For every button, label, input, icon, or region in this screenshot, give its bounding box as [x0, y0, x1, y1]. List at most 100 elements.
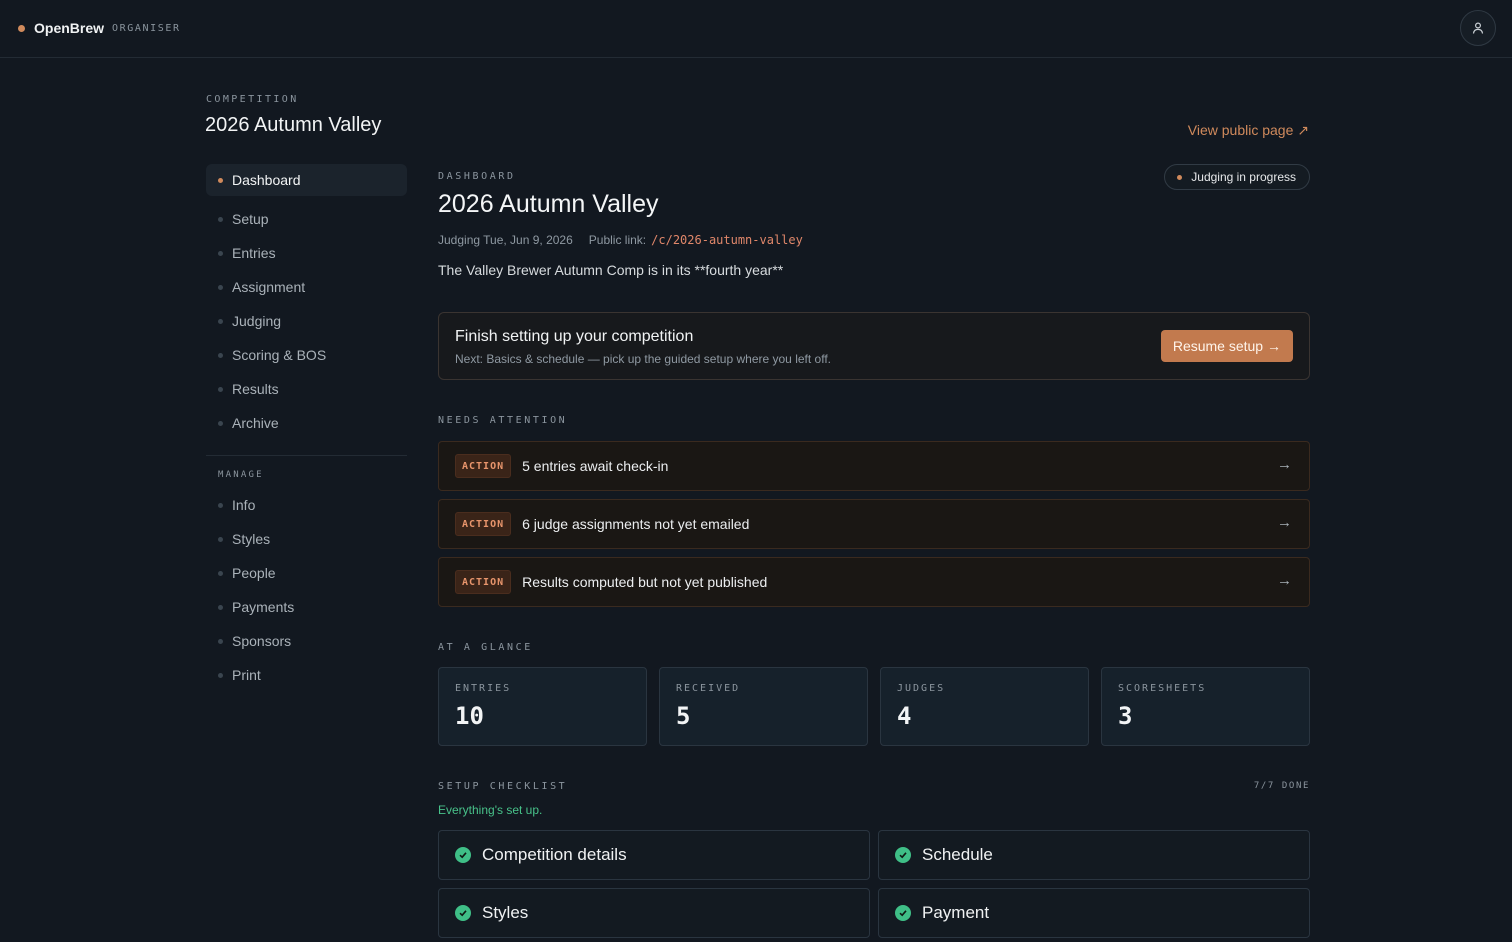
action-tag: ACTION: [455, 512, 512, 536]
stat-label: RECEIVED: [676, 683, 741, 694]
check-circle-icon: [455, 905, 471, 921]
sidebar-item-label: Payments: [232, 599, 295, 615]
sidebar-item-styles[interactable]: Styles: [206, 522, 407, 556]
at-a-glance-heading: AT A GLANCE: [438, 642, 533, 653]
needs-attention-heading: NEEDS ATTENTION: [438, 415, 568, 426]
checklist-item-schedule[interactable]: Schedule: [878, 830, 1310, 880]
stats-row: ENTRIES 10 RECEIVED 5 JUDGES 4 SCORESHEE…: [438, 667, 1310, 746]
sidebar-item-payments[interactable]: Payments: [206, 590, 407, 624]
bullet-icon: [218, 536, 223, 542]
attention-item[interactable]: ACTION Results computed but not yet publ…: [438, 557, 1310, 607]
sidebar: Dashboard Setup Entries Assignment Judgi…: [206, 164, 407, 692]
bullet-icon: [218, 420, 223, 426]
sidebar-item-label: Sponsors: [232, 633, 292, 649]
sidebar-item-entries[interactable]: Entries: [206, 236, 407, 270]
checklist-item-label: Competition details: [482, 845, 627, 864]
stat-card-entries: ENTRIES 10: [438, 667, 647, 746]
sidebar-item-label: Dashboard: [232, 172, 301, 188]
view-public-page-link[interactable]: View public page ↗: [1188, 122, 1309, 139]
resume-setup-button[interactable]: Resume setup →: [1160, 330, 1293, 362]
sidebar-item-judging[interactable]: Judging: [206, 304, 407, 338]
bullet-icon: [218, 672, 223, 678]
competition-description: The Valley Brewer Autumn Comp is in its …: [438, 262, 784, 278]
judging-date: Judging Tue, Jun 9, 2026: [438, 233, 573, 247]
sidebar-divider: [206, 455, 407, 456]
attention-text: 5 entries await check-in: [522, 458, 669, 474]
checklist-progress: 7/7 DONE: [1253, 781, 1310, 791]
check-circle-icon: [455, 847, 471, 863]
bullet-icon: [218, 570, 223, 576]
competition-eyebrow: COMPETITION: [206, 94, 299, 105]
status-badge: Judging in progress: [1164, 164, 1310, 190]
sidebar-item-archive[interactable]: Archive: [206, 406, 407, 440]
stat-card-received: RECEIVED 5: [659, 667, 868, 746]
stat-card-judges: JUDGES 4: [880, 667, 1089, 746]
bullet-icon: [218, 318, 223, 324]
sidebar-item-label: Info: [232, 497, 256, 513]
status-label: Judging in progress: [1191, 170, 1296, 184]
user-icon: [1472, 22, 1484, 34]
bullet-icon: [218, 216, 223, 222]
sidebar-item-dashboard[interactable]: Dashboard: [206, 164, 407, 196]
attention-item[interactable]: ACTION 6 judge assignments not yet email…: [438, 499, 1310, 549]
bullet-icon: [218, 604, 223, 610]
check-circle-icon: [895, 905, 911, 921]
brand-dot-icon: [18, 24, 25, 32]
competition-meta: Judging Tue, Jun 9, 2026 Public link: /c…: [438, 233, 803, 247]
arrow-right-icon: →: [1277, 456, 1292, 473]
checklist-item-label: Payment: [922, 903, 990, 922]
sidebar-item-label: People: [232, 565, 276, 581]
sidebar-item-label: Print: [232, 667, 261, 683]
sidebar-item-people[interactable]: People: [206, 556, 407, 590]
sidebar-item-sponsors[interactable]: Sponsors: [206, 624, 407, 658]
attention-item[interactable]: ACTION 5 entries await check-in →: [438, 441, 1310, 491]
sidebar-item-label: Setup: [232, 211, 269, 227]
bullet-icon: [218, 502, 223, 508]
sidebar-item-results[interactable]: Results: [206, 372, 407, 406]
arrow-right-icon: →: [1277, 572, 1292, 589]
sidebar-item-setup[interactable]: Setup: [206, 202, 407, 236]
checklist-item-competition-details[interactable]: Competition details: [438, 830, 870, 880]
checklist-status: Everything's set up.: [438, 803, 543, 817]
account-button[interactable]: [1460, 10, 1496, 46]
sidebar-item-label: Archive: [232, 415, 279, 431]
brand[interactable]: OpenBrew ORGANISER: [18, 20, 181, 36]
sidebar-item-scoring[interactable]: Scoring & BOS: [206, 338, 407, 372]
attention-list: ACTION 5 entries await check-in → ACTION…: [438, 441, 1310, 615]
sidebar-item-assignment[interactable]: Assignment: [206, 270, 407, 304]
setup-card-subtitle: Next: Basics & schedule — pick up the gu…: [455, 352, 831, 366]
checklist-item-label: Schedule: [922, 845, 993, 864]
sidebar-item-label: Entries: [232, 245, 276, 261]
sidebar-item-label: Assignment: [232, 279, 306, 295]
sidebar-item-label: Results: [232, 381, 279, 397]
arrow-right-icon: →: [1277, 514, 1292, 531]
brand-role: ORGANISER: [112, 22, 181, 34]
checklist-grid: Competition details Schedule Styles Paym…: [438, 830, 1310, 938]
check-circle-icon: [895, 847, 911, 863]
action-tag: ACTION: [455, 454, 512, 478]
sidebar-item-label: Judging: [232, 313, 282, 329]
stat-card-scoresheets: SCORESHEETS 3: [1101, 667, 1310, 746]
setup-card: Finish setting up your competition Next:…: [438, 312, 1310, 380]
dashboard-eyebrow: DASHBOARD: [438, 171, 516, 182]
bullet-icon: [218, 638, 223, 644]
public-link[interactable]: /c/2026-autumn-valley: [651, 233, 803, 247]
stat-label: JUDGES: [897, 683, 946, 694]
bullet-icon: [218, 352, 223, 358]
stat-value: 3: [1118, 702, 1133, 730]
status-dot-icon: [1177, 174, 1183, 180]
sidebar-item-print[interactable]: Print: [206, 658, 407, 692]
top-bar: OpenBrew ORGANISER: [0, 0, 1512, 58]
setup-card-title: Finish setting up your competition: [455, 328, 694, 345]
checklist-item-styles[interactable]: Styles: [438, 888, 870, 938]
sidebar-item-label: Styles: [232, 531, 271, 547]
competition-title: 2026 Autumn Valley: [205, 114, 382, 136]
bullet-icon: [218, 177, 223, 183]
checklist-item-payment[interactable]: Payment: [878, 888, 1310, 938]
action-tag: ACTION: [455, 570, 512, 594]
sidebar-item-info[interactable]: Info: [206, 488, 407, 522]
page-title: 2026 Autumn Valley: [438, 190, 659, 218]
bullet-icon: [218, 250, 223, 256]
attention-text: 6 judge assignments not yet emailed: [522, 516, 750, 532]
bullet-icon: [218, 284, 223, 290]
